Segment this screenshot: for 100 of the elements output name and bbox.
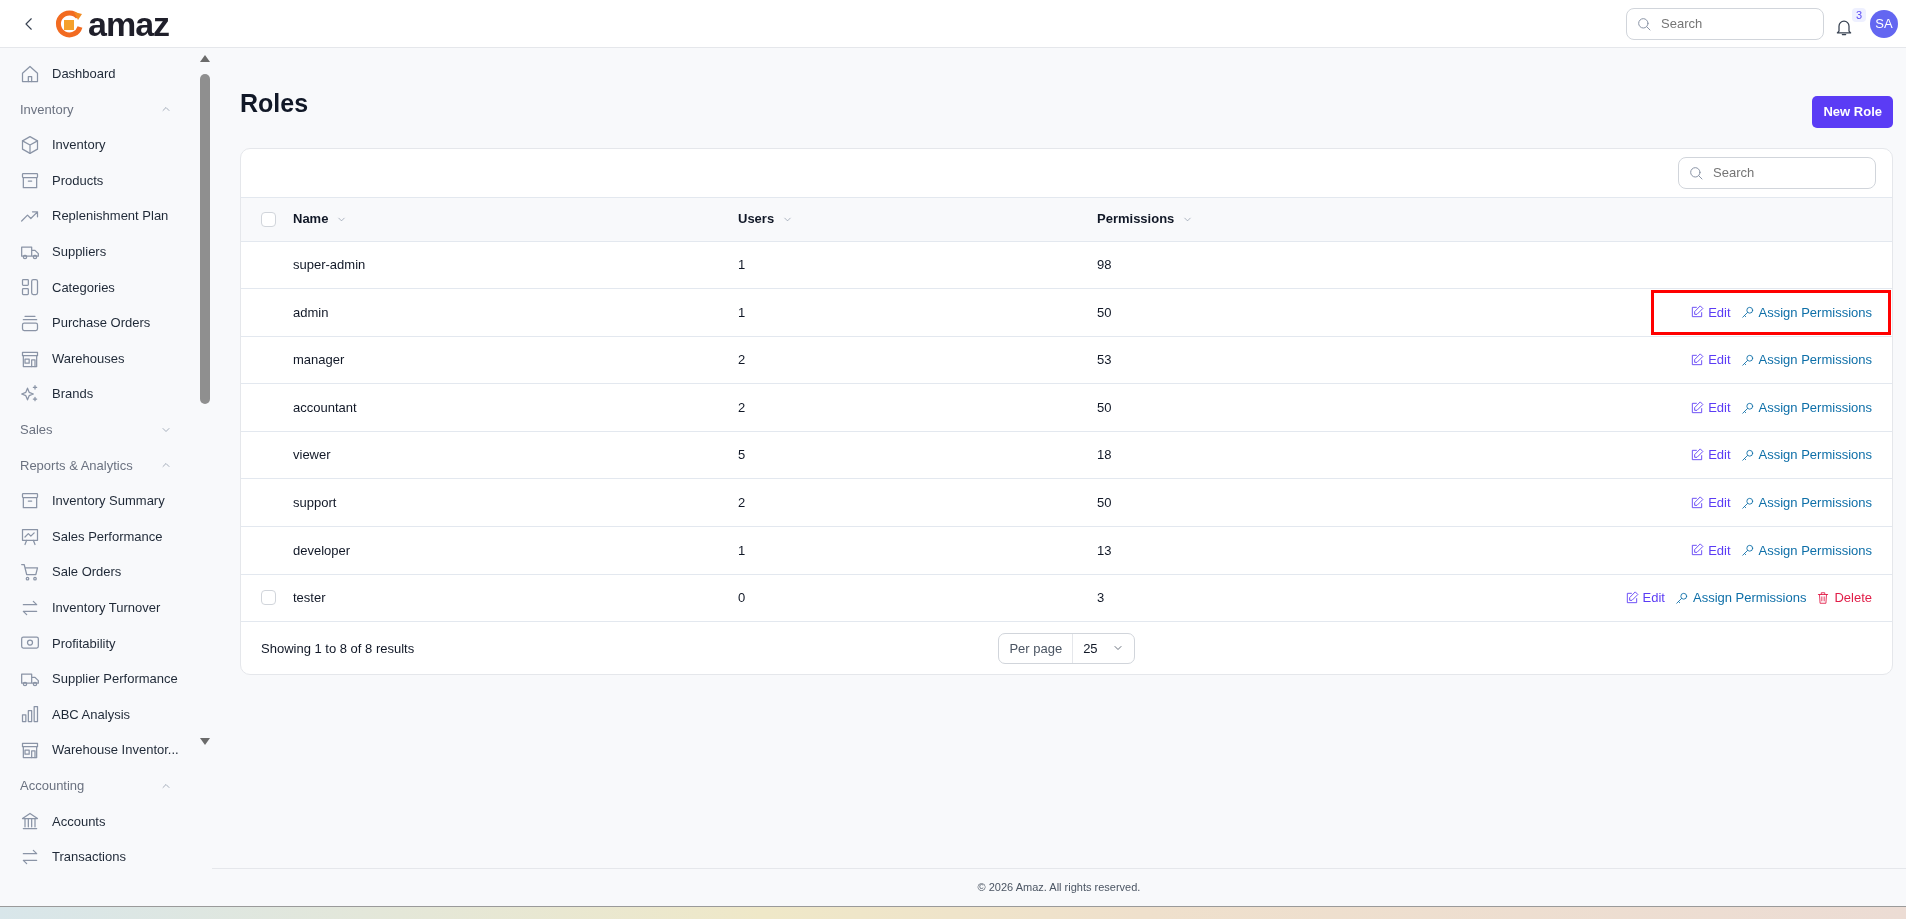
table-cell-text: 18 [1097,446,1112,465]
table-cell-text: 1 [738,256,746,275]
shopping-cart-icon [20,562,40,583]
key-icon [1740,353,1755,367]
column-header[interactable]: Name [293,209,348,229]
logo-text: amaz [88,6,170,41]
user-avatar[interactable]: SA [1870,9,1898,38]
table-cell-text: 0 [738,589,746,608]
key-icon [1675,590,1689,605]
sidebar-item[interactable]: Sale Orders [20,554,198,590]
checkbox[interactable] [261,211,276,227]
sidebar-item[interactable]: Inventory Summary [20,483,198,519]
edit-link[interactable]: Edit [1624,588,1665,608]
sidebar-item[interactable]: Products [20,162,198,199]
edit-icon [1690,448,1705,463]
sidebar-item[interactable]: Warehouses [20,340,198,377]
assign-permissions-link[interactable]: Assign Permissions [1740,493,1872,513]
edit-icon [1624,590,1639,605]
table-cell-text: 2 [738,351,746,370]
search-field[interactable]: Search [1626,7,1824,40]
table-cell-text: support [293,494,337,512]
edit-icon [1690,400,1705,415]
table-cell-text: 1 [738,541,746,560]
key-icon [1740,543,1755,558]
edit-icon [1690,495,1705,510]
sidebar-group[interactable]: Reports & Analytics [20,447,198,484]
bar-chart-icon [20,704,40,725]
assign-permissions-link[interactable]: Assign Permissions [1740,397,1872,418]
sidebar-item[interactable]: Categories [20,269,198,306]
sidebar-item[interactable]: ABC Analysis [20,696,198,733]
sidebar-item[interactable]: Dashboard [20,56,198,92]
sidebar-item[interactable]: Sales Performance [20,518,198,555]
sidebar-item[interactable]: Accounts [20,803,198,840]
assign-permissions-link[interactable]: Assign Permissions [1675,588,1807,608]
shapes-icon [20,277,40,298]
sidebar-item[interactable]: Inventory Turnover [20,589,198,626]
sidebar-item[interactable]: Brands [20,376,198,412]
edit-icon [1690,543,1705,558]
sidebar-item[interactable]: Warehouse Inventor... [20,732,198,768]
notification-count: 3 [1851,7,1866,22]
notification-button[interactable]: 3 [1832,7,1866,40]
table-cell-text: 3 [1097,589,1105,608]
key-icon [1740,495,1755,510]
search-icon [1688,164,1704,181]
archive-box-icon [20,170,40,191]
results-summary: Showing 1 to 8 of 8 results [261,639,416,658]
table-cell-text: 2 [738,398,746,417]
table-cell-text: tester [293,589,326,608]
key-icon [1740,400,1755,415]
table-cell-text: 50 [1097,494,1112,512]
edit-link[interactable]: Edit [1690,350,1731,370]
key-icon [1740,305,1755,320]
table-cell-text: manager [293,351,345,370]
logo-icon [54,8,84,39]
per-page-select[interactable]: Per page 25 [998,632,1135,664]
sidebar-item[interactable]: Transactions [20,839,198,875]
table-cell-text: 53 [1097,351,1112,370]
edit-link[interactable]: Edit [1690,302,1731,323]
table-cell-text: 98 [1097,256,1112,275]
table-cell-text: viewer [293,446,331,465]
table-cell-text: super-admin [293,256,366,275]
trash-icon [1816,590,1831,605]
edit-link[interactable]: Edit [1690,540,1731,561]
edit-link[interactable]: Edit [1690,397,1731,418]
sidebar-item[interactable]: Suppliers [20,233,198,270]
edit-icon [1690,353,1705,367]
sidebar-group[interactable]: Accounting [20,767,198,804]
table-cell-text: 1 [738,303,746,322]
new-role-button[interactable]: New Role [1812,96,1893,128]
assign-permissions-link[interactable]: Assign Permissions [1740,350,1872,370]
edit-link[interactable]: Edit [1690,493,1731,513]
bank-icon [20,811,40,832]
table-cell-text: developer [293,541,351,560]
sidebar-item[interactable]: Inventory [20,127,198,163]
storefront-icon [20,740,40,761]
checkbox[interactable] [261,590,276,606]
cube-icon [20,135,40,155]
assign-permissions-link[interactable]: Assign Permissions [1740,540,1872,561]
sidebar-item[interactable]: Profitability [20,625,198,662]
assign-permissions-link[interactable]: Assign Permissions [1740,445,1872,465]
table-cell-text: 50 [1097,303,1112,322]
key-icon [1740,448,1755,463]
sidebar-item[interactable]: Replenishment Plan [20,198,198,234]
table-cell-text: 13 [1097,541,1112,560]
sidebar-item[interactable]: Supplier Performance [20,661,198,697]
page-title: Roles [240,88,309,118]
archive-box-icon [20,490,40,511]
assign-permissions-link[interactable]: Assign Permissions [1740,302,1872,323]
search-icon [1636,15,1652,32]
search-field[interactable]: Search [1678,156,1876,189]
column-header[interactable]: Users [738,209,794,229]
home-icon [20,63,40,84]
edit-link[interactable]: Edit [1690,445,1731,465]
sidebar-group[interactable]: Inventory [20,91,198,128]
sidebar-item[interactable]: Purchase Orders [20,305,198,341]
column-header[interactable]: Permissions [1097,209,1194,229]
delete-link[interactable]: Delete [1816,588,1872,608]
table-cell-text: admin [293,303,329,322]
sidebar-group[interactable]: Sales [20,411,198,448]
table-cell-text: 50 [1097,398,1112,417]
